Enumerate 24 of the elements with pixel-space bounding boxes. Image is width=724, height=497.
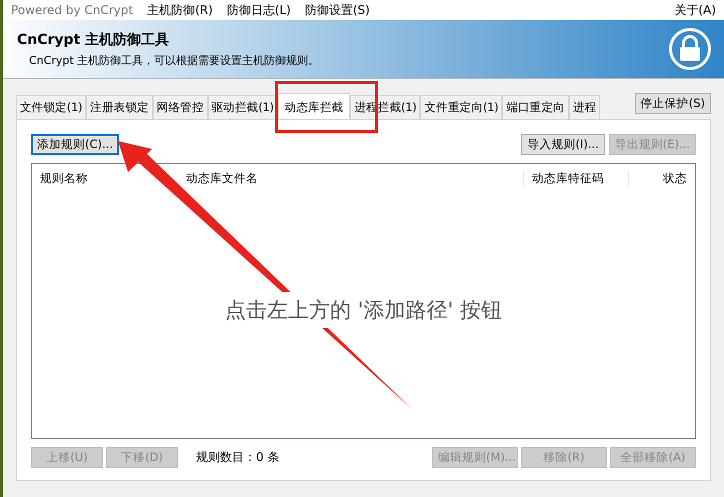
rule-button[interactable]: 添加规则(C)... [31,134,119,155]
column-header[interactable]: 动态库特征码 [523,170,628,186]
tab[interactable]: 动态库拦截 [278,93,350,119]
tab[interactable]: 驱动拦截(1) [208,95,278,119]
menu-item[interactable]: 主机防御(R) [147,2,213,18]
brand-label: Powered by CnCrypt [11,3,134,17]
menu-item[interactable]: 防御设置(S) [304,2,370,18]
tab[interactable]: 网络管控 [152,95,208,119]
lock-icon [668,27,712,71]
stop-protection-button[interactable]: 停止保护(S) [634,93,711,114]
about-menu[interactable]: 关于(A) [674,2,716,18]
column-header[interactable]: 状态 [628,170,695,186]
tab[interactable]: 端口重定向 [502,95,569,119]
column-header[interactable]: 动态库文件名 [178,170,523,186]
column-header[interactable]: 规则名称 [32,170,178,186]
app-subtitle: CnCrypt 主机防御工具，可以根据需要设置主机防御规则。 [29,52,320,68]
app-title: CnCrypt 主机防御工具 [17,30,170,48]
tab[interactable]: 进程 [568,95,600,119]
tab[interactable]: 文件重定向(1) [420,95,502,119]
menu-item[interactable]: 防御日志(L) [226,2,291,18]
tab[interactable]: 注册表锁定 [86,95,153,119]
rule-count: 规则数目：0 条 [196,449,280,466]
tab[interactable]: 文件锁定(1) [16,95,86,119]
rule-button[interactable]: 导入规则(I)... [521,134,605,155]
